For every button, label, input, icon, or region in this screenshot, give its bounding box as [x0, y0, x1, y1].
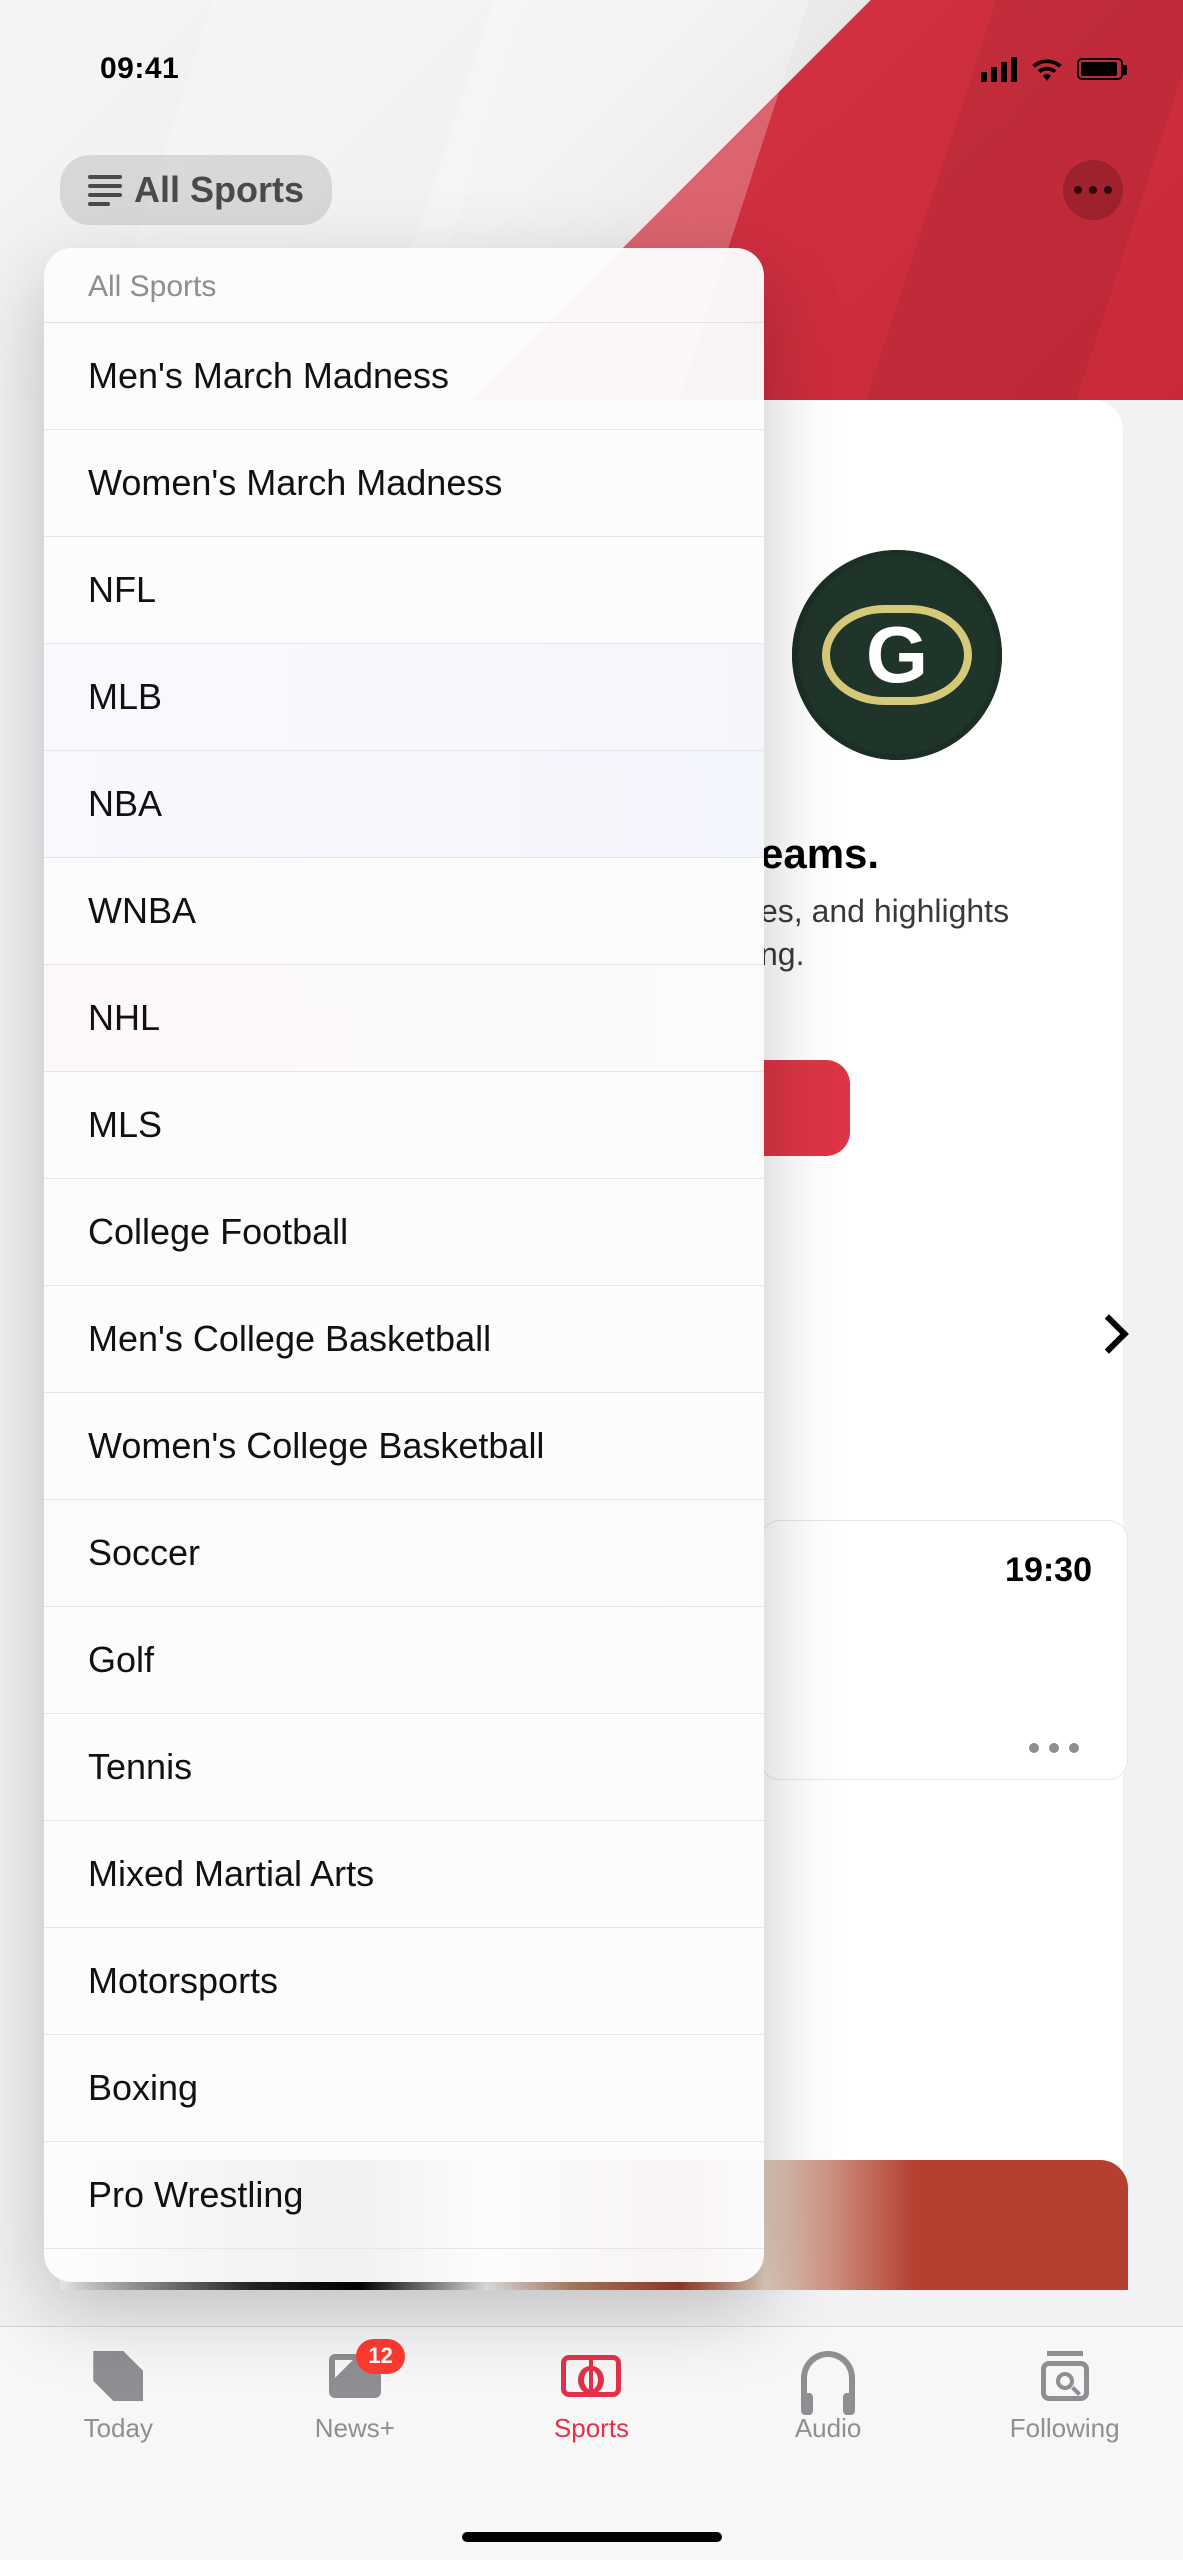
dropdown-item[interactable]: MLB: [44, 644, 764, 751]
all-sports-chip[interactable]: All Sports: [60, 155, 332, 225]
dropdown-item[interactable]: Pro Wrestling: [44, 2142, 764, 2249]
cellular-icon: [981, 57, 1017, 82]
tab-following[interactable]: Following: [965, 2349, 1165, 2444]
following-icon: [1035, 2349, 1095, 2403]
sports-dropdown: All Sports Men's March Madness Women's M…: [44, 248, 764, 2282]
tab-label: Today: [84, 2413, 153, 2444]
dropdown-item[interactable]: Men's College Basketball: [44, 1286, 764, 1393]
home-indicator[interactable]: [462, 2532, 722, 2542]
headline-partial: eams.: [760, 830, 879, 878]
dropdown-item[interactable]: Soccer: [44, 1500, 764, 1607]
more-button[interactable]: [1063, 160, 1123, 220]
audio-icon: [798, 2349, 858, 2403]
sports-icon: [561, 2349, 621, 2403]
score-card[interactable]: 19:30: [760, 1520, 1128, 1780]
dropdown-item[interactable]: NHL: [44, 965, 764, 1072]
dropdown-item[interactable]: WNBA: [44, 858, 764, 965]
tab-audio[interactable]: Audio: [728, 2349, 928, 2444]
tab-today[interactable]: Today: [18, 2349, 218, 2444]
subtext-partial: es, and highlights ng.: [760, 890, 1160, 976]
dropdown-item[interactable]: Tennis: [44, 1714, 764, 1821]
card-more-icon[interactable]: [1029, 1743, 1079, 1753]
dropdown-item[interactable]: Men's March Madness: [44, 323, 764, 430]
team-logo-packers: G: [792, 550, 1002, 760]
newsplus-icon: 12: [325, 2349, 385, 2403]
status-time: 09:41: [100, 52, 179, 86]
nav-bar: All Sports: [0, 140, 1183, 240]
tab-newsplus[interactable]: 12 News+: [255, 2349, 455, 2444]
dropdown-item[interactable]: Mixed Martial Arts: [44, 1821, 764, 1928]
tab-sports[interactable]: Sports: [491, 2349, 691, 2444]
status-indicators: [981, 57, 1123, 82]
tab-bar: Today 12 News+ Sports Audio Following: [0, 2326, 1183, 2560]
list-icon: [88, 175, 122, 206]
dropdown-item[interactable]: College Football: [44, 1179, 764, 1286]
newsplus-badge: 12: [356, 2339, 404, 2374]
wifi-icon: [1031, 57, 1063, 81]
dropdown-item[interactable]: MLS: [44, 1072, 764, 1179]
tab-label: Sports: [554, 2413, 629, 2444]
dropdown-item[interactable]: Women's March Madness: [44, 430, 764, 537]
section-row[interactable]: [760, 1320, 1123, 1348]
tab-label: News+: [315, 2413, 395, 2444]
chip-label: All Sports: [134, 169, 304, 211]
cta-button-partial[interactable]: [760, 1060, 850, 1156]
dropdown-header: All Sports: [44, 248, 764, 323]
dropdown-item[interactable]: NFL: [44, 537, 764, 644]
dropdown-item[interactable]: Motorsports: [44, 1928, 764, 2035]
chevron-right-icon: [1089, 1314, 1129, 1354]
dropdown-item[interactable]: Women's College Basketball: [44, 1393, 764, 1500]
dropdown-item[interactable]: Boxing: [44, 2035, 764, 2142]
score-time: 19:30: [1005, 1551, 1092, 1590]
dropdown-item[interactable]: NBA: [44, 751, 764, 858]
battery-icon: [1077, 58, 1123, 80]
dropdown-item[interactable]: Golf: [44, 1607, 764, 1714]
status-bar: 09:41: [0, 34, 1183, 104]
tab-label: Audio: [795, 2413, 862, 2444]
tab-label: Following: [1010, 2413, 1120, 2444]
today-icon: [88, 2349, 148, 2403]
